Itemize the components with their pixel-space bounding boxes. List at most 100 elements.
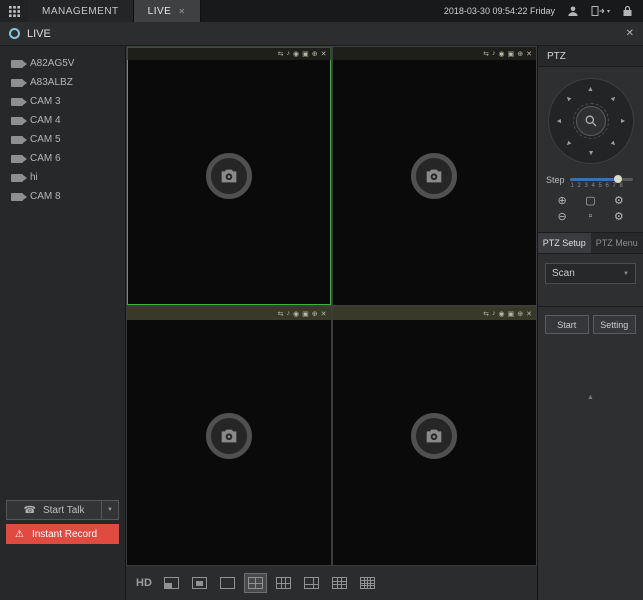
split-4-icon[interactable]	[245, 574, 266, 592]
tab-close-icon[interactable]: ✕	[178, 7, 185, 16]
step-slider-thumb[interactable]	[614, 175, 622, 183]
signout-icon[interactable]: ▾	[591, 5, 610, 17]
camera-item[interactable]: hi	[0, 168, 125, 187]
snapshot-icon[interactable]: ▣	[302, 50, 309, 58]
video-tile-1[interactable]: ⇆ ♪ ◉ ▣ ⊕ ✕	[127, 47, 331, 305]
panel-collapse-arrow-icon[interactable]: ▲	[538, 394, 643, 401]
zoom-icon[interactable]: ⊕	[312, 310, 318, 318]
focus-far-icon[interactable]: ▫	[589, 210, 593, 223]
fullscreen-icon[interactable]	[189, 574, 210, 592]
ptz-function-select[interactable]: Scan ▼	[545, 263, 636, 284]
camera-placeholder-icon	[218, 425, 240, 447]
zoom-icon[interactable]: ⊕	[312, 50, 318, 58]
ptz-up-right-icon[interactable]: ▲	[605, 90, 622, 107]
step-tick-labels: 1 2 3 4 5 6 7 8	[571, 183, 624, 189]
signout-caret-icon: ▾	[607, 8, 610, 15]
camera-icon	[11, 174, 23, 182]
camera-item[interactable]: CAM 8	[0, 187, 125, 206]
camera-placeholder-icon	[218, 165, 240, 187]
stream-icon[interactable]: ⇆	[483, 50, 489, 58]
close-icon[interactable]: ✕	[321, 50, 327, 58]
zoom-focus-iris-grid: ⊕ ▢ ⚙ ⊖ ▫ ⚙	[538, 190, 643, 232]
start-talk-button[interactable]: ☎ Start Talk ▼	[6, 500, 119, 520]
tab-management-label: MANAGEMENT	[42, 6, 119, 17]
camera-label: A83ALBZ	[30, 77, 73, 88]
audio-icon[interactable]: ♪	[287, 50, 291, 57]
lock-icon[interactable]	[622, 5, 633, 17]
start-button[interactable]: Start	[545, 315, 589, 334]
ptz-down-icon[interactable]: ▲	[585, 147, 597, 159]
ptz-right-icon[interactable]: ▲	[617, 115, 629, 127]
no-video-placeholder	[411, 153, 457, 199]
record-icon[interactable]: ◉	[293, 50, 299, 58]
stream-icon[interactable]: ⇆	[278, 310, 284, 318]
tile-toolbar: ⇆ ♪ ◉ ▣ ⊕ ✕	[127, 307, 331, 320]
audio-icon[interactable]: ♪	[492, 50, 496, 57]
ptz-left-icon[interactable]: ▲	[553, 115, 565, 127]
step-slider[interactable]: 1 2 3 4 5 6 7 8	[570, 174, 635, 190]
snapshot-icon[interactable]: ▣	[508, 310, 515, 318]
hd-stream-toggle[interactable]: HD	[136, 577, 152, 589]
iris-close-icon[interactable]: ⚙	[614, 210, 624, 223]
split-1-icon[interactable]	[217, 574, 238, 592]
focus-near-icon[interactable]: ▢	[585, 194, 595, 207]
camera-item[interactable]: CAM 3	[0, 92, 125, 111]
close-icon[interactable]: ✕	[526, 310, 532, 318]
split-9-icon[interactable]	[329, 574, 350, 592]
zoom-in-icon[interactable]: ⊕	[558, 194, 567, 207]
camera-item[interactable]: A82AG5V	[0, 54, 125, 73]
camera-placeholder-icon	[423, 425, 445, 447]
iris-open-icon[interactable]: ⚙	[614, 194, 624, 207]
tab-live[interactable]: LIVE ✕	[134, 0, 201, 22]
camera-item[interactable]: CAM 4	[0, 111, 125, 130]
camera-item[interactable]: A83ALBZ	[0, 73, 125, 92]
setting-button[interactable]: Setting	[593, 315, 637, 334]
no-video-placeholder	[206, 153, 252, 199]
main-area: A82AG5V A83ALBZ CAM 3 CAM 4 CAM 5 CAM 6 …	[0, 46, 643, 600]
close-icon[interactable]: ✕	[526, 50, 532, 58]
step-slider-track[interactable]	[570, 178, 633, 181]
audio-icon[interactable]: ♪	[287, 310, 291, 317]
close-icon[interactable]: ✕	[626, 28, 634, 39]
split-8-icon[interactable]	[301, 574, 322, 592]
ptz-down-right-icon[interactable]: ▲	[605, 135, 622, 152]
ptz-down-left-icon[interactable]: ▲	[559, 135, 576, 152]
snapshot-icon[interactable]: ▣	[508, 50, 515, 58]
zoom-out-icon[interactable]: ⊖	[558, 210, 567, 223]
stream-icon[interactable]: ⇆	[483, 310, 489, 318]
close-icon[interactable]: ✕	[321, 310, 327, 318]
talk-dropdown-caret-icon[interactable]: ▼	[101, 501, 118, 519]
application-window: MANAGEMENT LIVE ✕ 2018-03-30 09:54:22 Fr…	[0, 0, 643, 600]
record-icon[interactable]: ◉	[499, 310, 505, 318]
split-16-icon[interactable]	[357, 574, 378, 592]
video-tile-3[interactable]: ⇆ ♪ ◉ ▣ ⊕ ✕	[127, 307, 331, 565]
instant-record-button[interactable]: ⚠ Instant Record	[6, 524, 119, 544]
original-size-icon[interactable]	[161, 574, 182, 592]
tab-ptz-setup[interactable]: PTZ Setup	[538, 233, 591, 253]
camera-item[interactable]: CAM 6	[0, 149, 125, 168]
record-icon[interactable]: ◉	[293, 310, 299, 318]
tab-ptz-menu[interactable]: PTZ Menu	[591, 233, 643, 253]
stream-icon[interactable]: ⇆	[278, 50, 284, 58]
tile-toolbar: ⇆ ♪ ◉ ▣ ⊕ ✕	[127, 47, 331, 60]
camera-icon	[11, 136, 23, 144]
video-grid: ⇆ ♪ ◉ ▣ ⊕ ✕	[126, 46, 537, 566]
camera-label: hi	[30, 172, 38, 183]
tab-management[interactable]: MANAGEMENT	[28, 0, 134, 22]
warning-icon: ⚠	[15, 529, 24, 540]
record-icon[interactable]: ◉	[499, 50, 505, 58]
camera-item[interactable]: CAM 5	[0, 130, 125, 149]
zoom-icon[interactable]: ⊕	[517, 50, 523, 58]
user-icon[interactable]	[567, 5, 579, 17]
audio-icon[interactable]: ♪	[492, 310, 496, 317]
snapshot-icon[interactable]: ▣	[302, 310, 309, 318]
ptz-up-left-icon[interactable]: ▲	[559, 90, 576, 107]
ptz-up-icon[interactable]: ▲	[585, 83, 597, 95]
split-6-icon[interactable]	[273, 574, 294, 592]
video-tile-4[interactable]: ⇆ ♪ ◉ ▣ ⊕ ✕	[333, 307, 537, 565]
start-talk-label: Start Talk	[43, 505, 85, 516]
apps-grid-icon[interactable]	[0, 0, 28, 22]
video-tile-2[interactable]: ⇆ ♪ ◉ ▣ ⊕ ✕	[333, 47, 537, 305]
zoom-icon[interactable]: ⊕	[517, 310, 523, 318]
ptz-scan-center-button[interactable]	[576, 106, 606, 136]
